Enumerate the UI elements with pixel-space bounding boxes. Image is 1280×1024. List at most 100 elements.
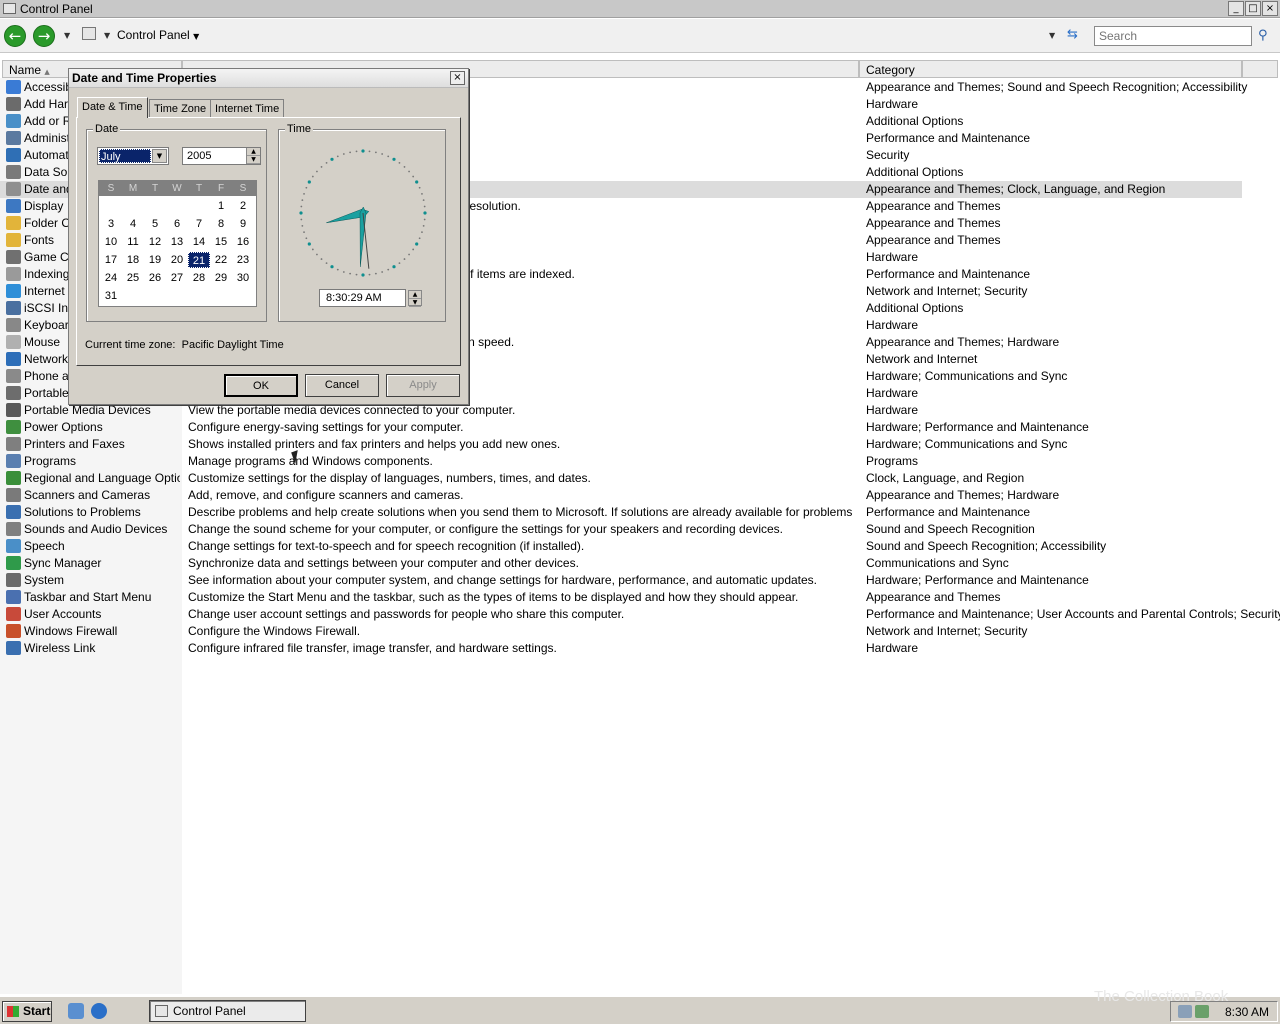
year-spin-buttons[interactable]: ▲ ▼ (246, 148, 260, 164)
ok-button[interactable]: OK (224, 374, 298, 397)
network-tray-icon[interactable] (1178, 1005, 1192, 1018)
column-header-category[interactable]: Category (859, 60, 1242, 78)
address-history-dropdown-icon[interactable]: ▼ (1049, 31, 1055, 40)
forward-button[interactable]: → (33, 25, 55, 47)
calendar-day[interactable]: 30 (232, 270, 254, 286)
calendar-day[interactable]: 13 (166, 234, 188, 250)
taskbar-clock[interactable]: 8:30 AM (1225, 1005, 1269, 1019)
item-name[interactable]: Printers and Faxes (24, 437, 180, 451)
list-item[interactable]: System See information about your compute… (0, 572, 1242, 589)
item-name[interactable]: Sounds and Audio Devices (24, 522, 180, 536)
time-spinner[interactable]: 8:30:29 AM ▲ ▼ (319, 289, 422, 307)
window-titlebar[interactable]: Control Panel _ □ × (0, 0, 1280, 18)
close-button[interactable]: × (1262, 1, 1278, 16)
calendar-day-selected[interactable]: 21 (188, 252, 210, 268)
breadcrumb[interactable]: Control Panel ▼ (117, 28, 199, 42)
minimize-button[interactable]: _ (1228, 1, 1244, 16)
item-name[interactable]: System (24, 573, 180, 587)
calendar-day[interactable]: 24 (100, 270, 122, 286)
list-item[interactable]: Printers and Faxes Shows installed printe… (0, 436, 1242, 453)
dialog-close-button[interactable]: × (450, 71, 465, 85)
calendar-day[interactable]: 28 (188, 270, 210, 286)
tab-date-time[interactable]: Date & Time (77, 97, 148, 118)
item-name[interactable]: Wireless Link (24, 641, 180, 655)
calendar-day[interactable]: 22 (210, 252, 232, 268)
tab-time-zone[interactable]: Time Zone (149, 99, 212, 118)
time-up-icon[interactable]: ▲ (409, 291, 421, 299)
list-item[interactable]: Windows Firewall Configure the Windows Fi… (0, 623, 1242, 640)
apply-button[interactable]: Apply (386, 374, 460, 397)
calendar-day[interactable]: 31 (100, 288, 122, 304)
month-select[interactable]: July ▼ (97, 147, 169, 165)
start-button[interactable]: Start (2, 1001, 52, 1022)
year-up-icon[interactable]: ▲ (247, 148, 260, 156)
item-name[interactable]: Speech (24, 539, 180, 553)
list-item[interactable]: Wireless Link Configure infrared file tra… (0, 640, 1242, 657)
time-spin-buttons[interactable]: ▲ ▼ (408, 290, 422, 307)
calendar-day[interactable]: 11 (122, 234, 144, 250)
item-name[interactable]: Sync Manager (24, 556, 180, 570)
item-name[interactable]: Solutions to Problems (24, 505, 180, 519)
calendar-day[interactable]: 29 (210, 270, 232, 286)
item-name[interactable]: Windows Firewall (24, 624, 180, 638)
calendar-day[interactable]: 26 (144, 270, 166, 286)
list-item[interactable]: Speech Change settings for text-to-speech… (0, 538, 1242, 555)
calendar-day[interactable]: 18 (122, 252, 144, 268)
item-name[interactable]: Programs (24, 454, 180, 468)
calendar-day[interactable]: 19 (144, 252, 166, 268)
calendar-day[interactable]: 15 (210, 234, 232, 250)
time-down-icon[interactable]: ▼ (409, 299, 421, 307)
tab-internet-time[interactable]: Internet Time (210, 99, 285, 118)
security-tray-icon[interactable] (1195, 1005, 1209, 1018)
quicklaunch-browser-icon[interactable] (91, 1003, 107, 1019)
quicklaunch-desktop-icon[interactable] (68, 1003, 84, 1019)
year-spinner[interactable]: 2005 ▲ ▼ (182, 147, 261, 165)
address-chevron-icon[interactable]: ▼ (104, 31, 110, 40)
calendar-day[interactable]: 2 (232, 198, 254, 214)
item-name[interactable]: Power Options (24, 420, 180, 434)
history-dropdown-icon[interactable]: ▼ (64, 31, 70, 40)
search-icon[interactable]: ⚲ (1258, 28, 1268, 43)
taskbar-item-control-panel[interactable]: Control Panel (149, 1000, 306, 1022)
item-name[interactable]: Portable Media Devices (24, 403, 180, 417)
item-name[interactable]: Regional and Language Options (24, 471, 180, 485)
calendar-day[interactable]: 23 (232, 252, 254, 268)
calendar-day[interactable]: 8 (210, 216, 232, 232)
item-name[interactable]: User Accounts (24, 607, 180, 621)
list-item[interactable]: Sounds and Audio Devices Change the sound… (0, 521, 1242, 538)
calendar-day[interactable]: 9 (232, 216, 254, 232)
calendar-day[interactable]: 17 (100, 252, 122, 268)
calendar-day[interactable]: 7 (188, 216, 210, 232)
item-name[interactable]: Taskbar and Start Menu (24, 590, 180, 604)
calendar-day[interactable]: 1 (210, 198, 232, 214)
cancel-button[interactable]: Cancel (305, 374, 379, 397)
list-item[interactable]: User Accounts Change user account setting… (0, 606, 1280, 623)
back-button[interactable]: ← (4, 25, 26, 47)
refresh-icon[interactable]: ⇆ (1067, 27, 1078, 42)
list-item[interactable]: Programs Manage programs and Windows comp… (0, 453, 1242, 470)
list-item[interactable]: Taskbar and Start Menu Customize the Star… (0, 589, 1242, 606)
month-dropdown-icon[interactable]: ▼ (152, 149, 167, 163)
calendar-day[interactable]: 20 (166, 252, 188, 268)
calendar-day[interactable]: 10 (100, 234, 122, 250)
calendar-day[interactable]: 16 (232, 234, 254, 250)
dialog-titlebar[interactable]: Date and Time Properties × (69, 69, 468, 88)
calendar-day[interactable]: 4 (122, 216, 144, 232)
calendar-day[interactable]: 14 (188, 234, 210, 250)
calendar-day[interactable]: 5 (144, 216, 166, 232)
maximize-button[interactable]: □ (1245, 1, 1261, 16)
list-item[interactable]: Regional and Language Options Customize s… (0, 470, 1242, 487)
item-name[interactable]: Scanners and Cameras (24, 488, 180, 502)
breadcrumb-label[interactable]: Control Panel (117, 28, 190, 42)
list-item[interactable]: Power Options Configure energy-saving set… (0, 419, 1242, 436)
list-item[interactable]: Scanners and Cameras Add, remove, and con… (0, 487, 1242, 504)
year-down-icon[interactable]: ▼ (247, 156, 260, 164)
search-input[interactable] (1094, 26, 1252, 46)
calendar-day[interactable]: 25 (122, 270, 144, 286)
list-item[interactable]: Sync Manager Synchronize data and setting… (0, 555, 1242, 572)
calendar-day[interactable]: 6 (166, 216, 188, 232)
breadcrumb-chevron-icon[interactable]: ▼ (193, 32, 199, 41)
calendar-day[interactable]: 3 (100, 216, 122, 232)
list-item[interactable]: Solutions to Problems Describe problems a… (0, 504, 1242, 521)
calendar-day[interactable]: 27 (166, 270, 188, 286)
